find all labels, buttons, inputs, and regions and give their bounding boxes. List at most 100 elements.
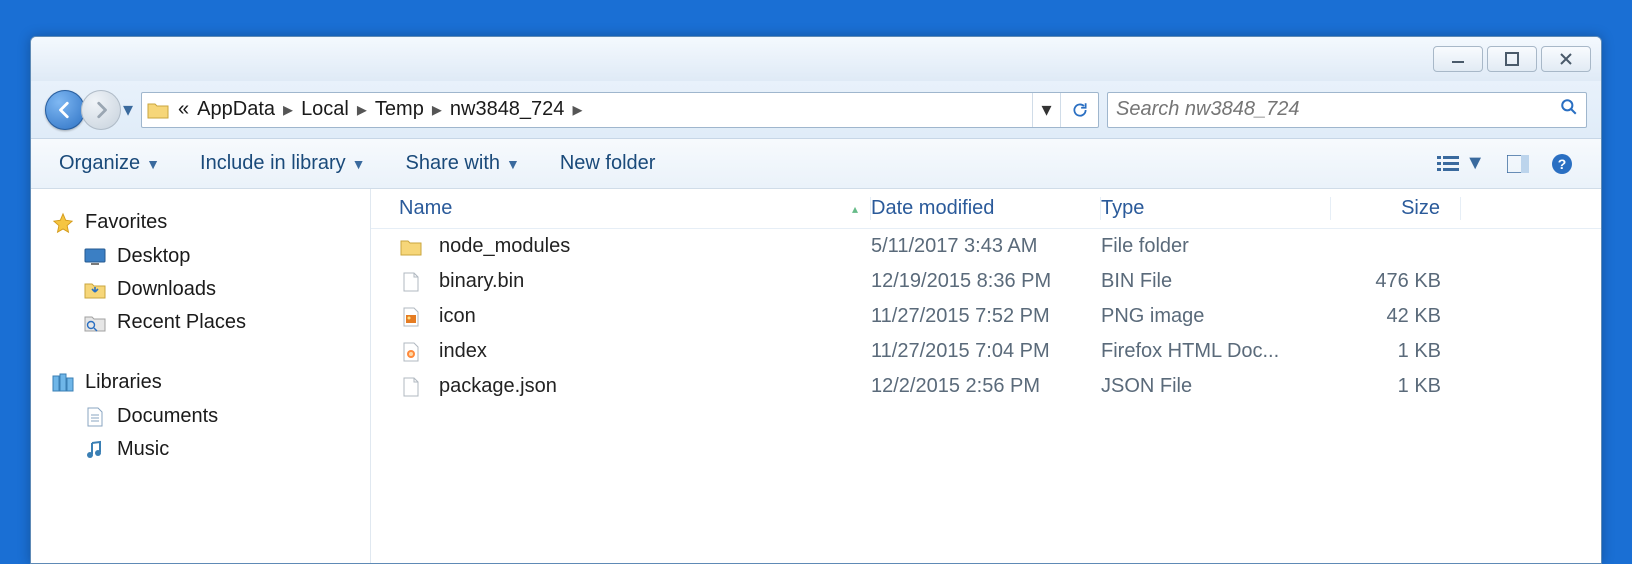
file-date: 12/19/2015 8:36 PM (871, 270, 1101, 293)
nav-history-dropdown[interactable]: ▾ (123, 97, 133, 122)
libraries-label: Libraries (85, 371, 162, 394)
file-row[interactable]: node_modules5/11/2017 3:43 AMFile folder (371, 229, 1601, 264)
downloads-icon (83, 279, 107, 301)
caret-down-icon: ▼ (506, 156, 520, 172)
sidebar-item-label: Music (117, 438, 169, 461)
back-button[interactable] (45, 90, 85, 130)
sidebar-item-desktop[interactable]: Desktop (31, 240, 370, 273)
navigation-pane: Favorites Desktop Downloads Recent Place… (31, 189, 371, 563)
sidebar-item-recent-places[interactable]: Recent Places (31, 306, 370, 339)
chevron-right-icon[interactable]: ▸ (279, 97, 297, 122)
caret-down-icon: ▼ (352, 156, 366, 172)
new-folder-button[interactable]: New folder (560, 152, 656, 175)
preview-pane-button[interactable] (1507, 155, 1529, 173)
desktop-icon (83, 246, 107, 268)
sidebar-group-favorites[interactable]: Favorites (31, 205, 370, 240)
address-bar[interactable]: « AppData ▸ Local ▸ Temp ▸ nw3848_724 ▸ … (141, 92, 1099, 128)
help-button[interactable]: ? (1551, 153, 1573, 175)
favorites-label: Favorites (85, 211, 167, 234)
column-header-size[interactable]: Size (1331, 197, 1461, 220)
file-name: index (439, 340, 487, 363)
include-in-library-menu[interactable]: Include in library ▼ (200, 152, 365, 175)
file-icon (399, 376, 423, 398)
share-label: Share with (406, 152, 501, 175)
maximize-button[interactable] (1487, 46, 1537, 72)
search-icon[interactable] (1560, 98, 1578, 122)
help-icon: ? (1551, 153, 1573, 175)
sort-ascending-icon: ▴ (852, 202, 858, 216)
breadcrumb-item[interactable]: Temp (371, 98, 428, 121)
libraries-icon (51, 372, 75, 394)
file-row[interactable]: package.json 12/2/2015 2:56 PMJSON File1 … (371, 369, 1601, 404)
newfolder-label: New folder (560, 152, 656, 175)
file-date: 12/2/2015 2:56 PM (871, 375, 1101, 398)
documents-icon (83, 406, 107, 428)
png-icon (399, 306, 423, 328)
svg-text:?: ? (1558, 156, 1567, 172)
include-label: Include in library (200, 152, 346, 175)
search-box[interactable] (1107, 92, 1587, 128)
file-type: PNG image (1101, 305, 1331, 328)
column-header-name[interactable]: Name ▴ (371, 197, 871, 220)
search-input[interactable] (1116, 98, 1560, 121)
explorer-window: ▾ « AppData ▸ Local ▸ Temp ▸ nw3848_724 … (30, 36, 1602, 564)
recent-places-icon (83, 312, 107, 334)
chevron-right-icon[interactable]: ▸ (353, 97, 371, 122)
folder-icon (399, 236, 423, 258)
share-with-menu[interactable]: Share with ▼ (406, 152, 520, 175)
folder-icon (142, 101, 174, 119)
caret-down-icon: ▼ (146, 156, 160, 172)
star-icon (51, 212, 75, 234)
caret-down-icon: ▼ (1465, 152, 1485, 175)
file-name: package.json (439, 375, 557, 398)
file-name: icon (439, 305, 476, 328)
breadcrumb: « AppData ▸ Local ▸ Temp ▸ nw3848_724 ▸ (174, 97, 1032, 122)
file-size: 476 KB (1331, 270, 1461, 293)
file-type: JSON File (1101, 375, 1331, 398)
sidebar-item-label: Downloads (117, 278, 216, 301)
title-bar (31, 37, 1601, 81)
file-type: BIN File (1101, 270, 1331, 293)
sidebar-item-documents[interactable]: Documents (31, 400, 370, 433)
file-icon (399, 271, 423, 293)
sidebar-item-label: Recent Places (117, 311, 246, 334)
sidebar-item-label: Desktop (117, 245, 190, 268)
breadcrumb-overflow[interactable]: « (174, 98, 193, 121)
change-view-button[interactable]: ▼ (1437, 152, 1485, 175)
minimize-button[interactable] (1433, 46, 1483, 72)
close-button[interactable] (1541, 46, 1591, 72)
chevron-right-icon[interactable]: ▸ (428, 97, 446, 122)
breadcrumb-item[interactable]: Local (297, 98, 353, 121)
file-type: File folder (1101, 235, 1331, 258)
file-row[interactable]: icon11/27/2015 7:52 PMPNG image42 KB (371, 299, 1601, 334)
file-date: 11/27/2015 7:04 PM (871, 340, 1101, 363)
file-size: 1 KB (1331, 375, 1461, 398)
chevron-right-icon[interactable]: ▸ (568, 97, 586, 122)
breadcrumb-item[interactable]: nw3848_724 (446, 98, 569, 121)
column-headers: Name ▴ Date modified Type Size (371, 189, 1601, 229)
preview-pane-icon (1507, 155, 1529, 173)
column-header-type[interactable]: Type (1101, 197, 1331, 220)
column-header-date[interactable]: Date modified (871, 197, 1101, 220)
file-name: binary.bin (439, 270, 524, 293)
organize-label: Organize (59, 152, 140, 175)
sidebar-item-downloads[interactable]: Downloads (31, 273, 370, 306)
refresh-button[interactable] (1060, 93, 1098, 127)
file-row[interactable]: binary.bin 12/19/2015 8:36 PMBIN File476 … (371, 264, 1601, 299)
organize-menu[interactable]: Organize ▼ (59, 152, 160, 175)
file-date: 5/11/2017 3:43 AM (871, 235, 1101, 258)
file-list: Name ▴ Date modified Type Size node_modu… (371, 189, 1601, 563)
address-dropdown[interactable]: ▾ (1032, 93, 1060, 127)
file-date: 11/27/2015 7:52 PM (871, 305, 1101, 328)
file-type: Firefox HTML Doc... (1101, 340, 1331, 363)
file-size: 1 KB (1331, 340, 1461, 363)
forward-button[interactable] (81, 90, 121, 130)
music-icon (83, 439, 107, 461)
breadcrumb-item[interactable]: AppData (193, 98, 279, 121)
file-row[interactable]: index 11/27/2015 7:04 PMFirefox HTML Doc.… (371, 334, 1601, 369)
sidebar-item-music[interactable]: Music (31, 433, 370, 466)
html-icon (399, 341, 423, 363)
navigation-bar: ▾ « AppData ▸ Local ▸ Temp ▸ nw3848_724 … (31, 81, 1601, 139)
sidebar-item-label: Documents (117, 405, 218, 428)
sidebar-group-libraries[interactable]: Libraries (31, 365, 370, 400)
